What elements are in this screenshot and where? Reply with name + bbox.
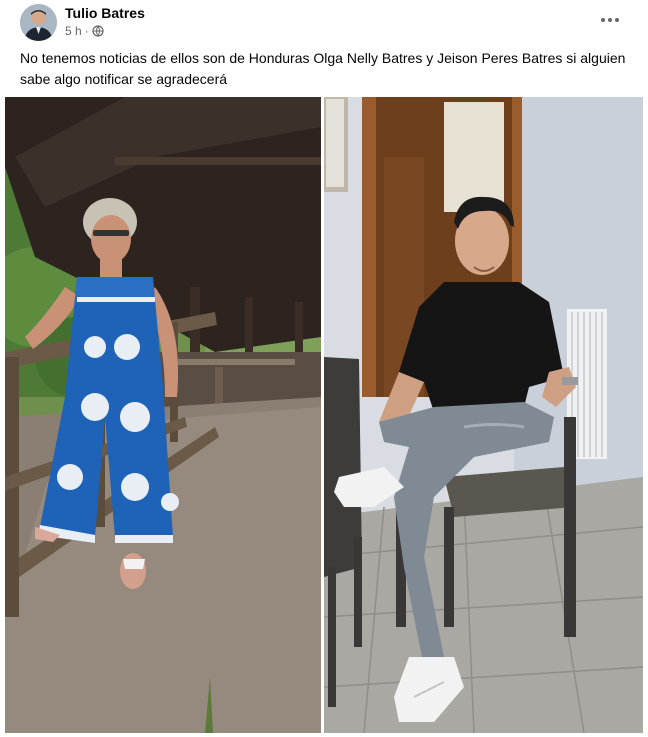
meta-separator: · [84,24,89,38]
avatar-image [20,4,57,41]
photo-grid [5,97,643,737]
dot [615,18,619,22]
dot [608,18,612,22]
globe-icon [92,25,104,37]
post-meta: 5 h · [65,24,104,38]
photo-woman-blue-jumpsuit[interactable] [5,97,321,733]
author-avatar[interactable] [20,4,57,41]
post-message: No tenemos noticias de ellos son de Hond… [20,50,626,87]
more-options-icon[interactable] [598,8,622,32]
post-header: Tulio Batres 5 h · [0,0,648,44]
facebook-post: Tulio Batres 5 h · No tenemos noticias d… [0,0,648,737]
photo-man-seated[interactable] [324,97,643,733]
author-name[interactable]: Tulio Batres [65,5,145,21]
post-timestamp[interactable]: 5 h [65,24,82,38]
dot [601,18,605,22]
